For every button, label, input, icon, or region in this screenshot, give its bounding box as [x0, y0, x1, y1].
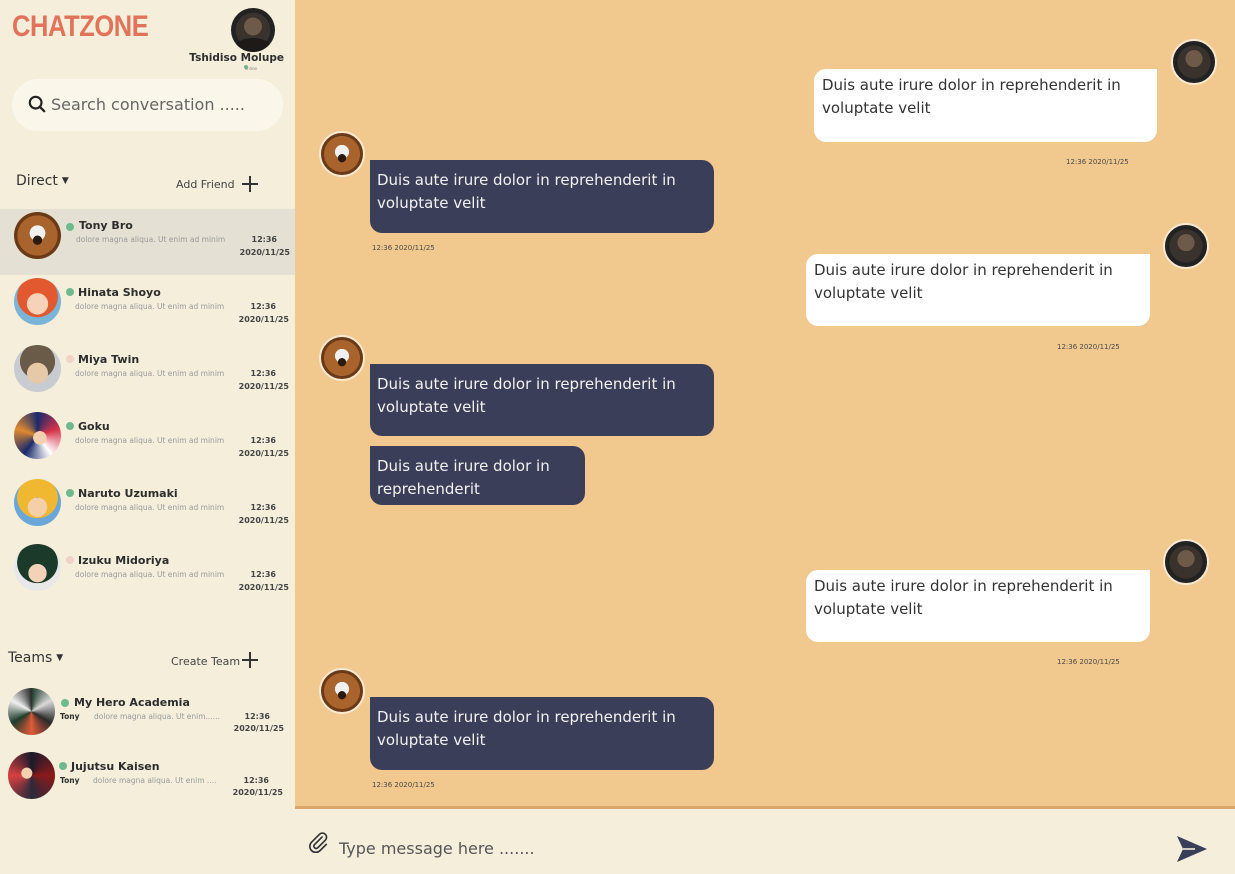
direct-section-toggle[interactable]: Direct ▼ [16, 173, 69, 189]
contact-date: 2020/11/25 [239, 248, 290, 257]
chat-panel: Duis aute irure dolor in reprehenderit i… [295, 0, 1235, 806]
contact-item[interactable]: Miya Twin dolore magna aliqua. Ut enim a… [0, 343, 295, 409]
contact-name: Tony Bro [79, 219, 133, 232]
message-timestamp: 12:36 2020/11/25 [1066, 158, 1129, 166]
search-placeholder: Search conversation ..... [51, 95, 245, 114]
team-avatar [8, 752, 55, 799]
contact-time: 12:36 [250, 369, 276, 378]
message-input[interactable]: Type message here ....... [339, 839, 535, 858]
message-timestamp: 12:36 2020/11/25 [1057, 658, 1120, 666]
chevron-down-icon: ▼ [56, 653, 64, 663]
app-logo[interactable]: CHATZONE [12, 10, 149, 44]
search-input[interactable]: Search conversation ..... [12, 79, 283, 131]
team-time: 12:36 [243, 776, 269, 785]
contact-time: 12:36 [250, 436, 276, 445]
message-timestamp: 12:36 2020/11/25 [372, 244, 435, 252]
add-friend-link[interactable]: Add Friend [176, 178, 235, 191]
online-status-dot [61, 699, 69, 707]
contact-date: 2020/11/25 [238, 583, 289, 592]
add-friend-plus-icon[interactable] [242, 176, 258, 192]
contact-preview: dolore magna aliqua. Ut enim ad minim [76, 235, 226, 244]
team-item[interactable]: My Hero Academia Tony dolore magna aliqu… [0, 688, 295, 754]
direct-title: Direct [16, 173, 58, 189]
message-composer: Type message here ....... [295, 806, 1235, 874]
teams-section-toggle[interactable]: Teams ▼ [8, 650, 63, 666]
contact-name: Goku [78, 420, 110, 433]
contact-preview: dolore magna aliqua. Ut enim ad minim [75, 369, 225, 378]
user-avatar[interactable] [231, 8, 275, 52]
send-icon[interactable] [1175, 834, 1209, 864]
team-item[interactable]: Jujutsu Kaisen Tony dolore magna aliqua.… [0, 752, 295, 818]
contact-preview: dolore magna aliqua. Ut enim ad minim [75, 436, 225, 445]
contact-date: 2020/11/25 [238, 382, 289, 391]
contact-time: 12:36 [250, 503, 276, 512]
online-status-dot [66, 223, 74, 231]
online-status-dot [66, 422, 74, 430]
contact-item[interactable]: Tony Bro dolore magna aliqua. Ut enim ad… [0, 209, 295, 275]
outgoing-message: Duis aute irure dolor in reprehenderit i… [806, 254, 1150, 326]
sender-avatar [319, 668, 365, 714]
message-timestamp: 12:36 2020/11/25 [1057, 343, 1120, 351]
team-name: My Hero Academia [74, 696, 190, 709]
offline-status-dot [66, 556, 74, 564]
user-status: online [244, 66, 257, 71]
chevron-down-icon: ▼ [61, 176, 69, 186]
contact-preview: dolore magna aliqua. Ut enim ad minim [75, 570, 225, 579]
contact-item[interactable]: Naruto Uzumaki dolore magna aliqua. Ut e… [0, 477, 295, 543]
contact-item[interactable]: Hinata Shoyo dolore magna aliqua. Ut eni… [0, 276, 295, 342]
sender-avatar [1163, 539, 1209, 585]
team-avatar [8, 688, 55, 735]
contact-date: 2020/11/25 [238, 449, 289, 458]
contact-avatar [14, 345, 61, 392]
incoming-message: Duis aute irure dolor in reprehenderit [370, 446, 585, 505]
contact-item[interactable]: Izuku Midoriya dolore magna aliqua. Ut e… [0, 544, 295, 610]
contact-time: 12:36 [251, 235, 277, 244]
contact-item[interactable]: Goku dolore magna aliqua. Ut enim ad min… [0, 410, 295, 476]
team-name: Jujutsu Kaisen [71, 760, 160, 773]
sidebar: CHATZONE Tshidiso Molupe online Search c… [0, 0, 295, 874]
contact-avatar [14, 479, 61, 526]
sender-avatar [1163, 223, 1209, 269]
contact-name: Miya Twin [78, 353, 140, 366]
team-last-sender: Tony [60, 712, 80, 721]
contact-name: Izuku Midoriya [78, 554, 170, 567]
team-time: 12:36 [244, 712, 270, 721]
message-timestamp: 12:36 2020/11/25 [372, 781, 435, 789]
offline-status-dot [66, 355, 74, 363]
incoming-message: Duis aute irure dolor in reprehenderit i… [370, 364, 714, 436]
paperclip-icon[interactable] [307, 831, 329, 853]
create-team-link[interactable]: Create Team [171, 655, 240, 668]
outgoing-message: Duis aute irure dolor in reprehenderit i… [814, 69, 1157, 142]
contact-preview: dolore magna aliqua. Ut enim ad minim [75, 302, 225, 311]
contact-name: Hinata Shoyo [78, 286, 161, 299]
incoming-message: Duis aute irure dolor in reprehenderit i… [370, 697, 714, 770]
contact-time: 12:36 [250, 302, 276, 311]
online-status-dot [59, 762, 67, 770]
sender-avatar [1171, 39, 1217, 85]
team-last-sender: Tony [60, 776, 80, 785]
team-preview: dolore magna aliqua. Ut enim...... [94, 712, 220, 721]
outgoing-message: Duis aute irure dolor in reprehenderit i… [806, 570, 1150, 642]
team-date: 2020/11/25 [232, 788, 283, 797]
contact-avatar [14, 544, 61, 591]
contact-name: Naruto Uzumaki [78, 487, 178, 500]
contact-time: 12:36 [250, 570, 276, 579]
online-status-dot [66, 489, 74, 497]
contact-avatar [14, 412, 61, 459]
online-status-dot [66, 288, 74, 296]
team-date: 2020/11/25 [233, 724, 284, 733]
sender-avatar [319, 335, 365, 381]
contact-date: 2020/11/25 [238, 516, 289, 525]
sender-avatar [319, 131, 365, 177]
create-team-plus-icon[interactable] [242, 652, 258, 668]
contact-date: 2020/11/25 [238, 315, 289, 324]
contact-avatar [14, 212, 61, 259]
search-icon [28, 95, 46, 113]
contact-avatar [14, 278, 61, 325]
incoming-message: Duis aute irure dolor in reprehenderit i… [370, 160, 714, 233]
teams-title: Teams [8, 650, 53, 666]
contact-preview: dolore magna aliqua. Ut enim ad minim [75, 503, 225, 512]
team-preview: dolore magna aliqua. Ut enim .... [93, 776, 217, 785]
user-name: Tshidiso Molupe [189, 52, 284, 64]
